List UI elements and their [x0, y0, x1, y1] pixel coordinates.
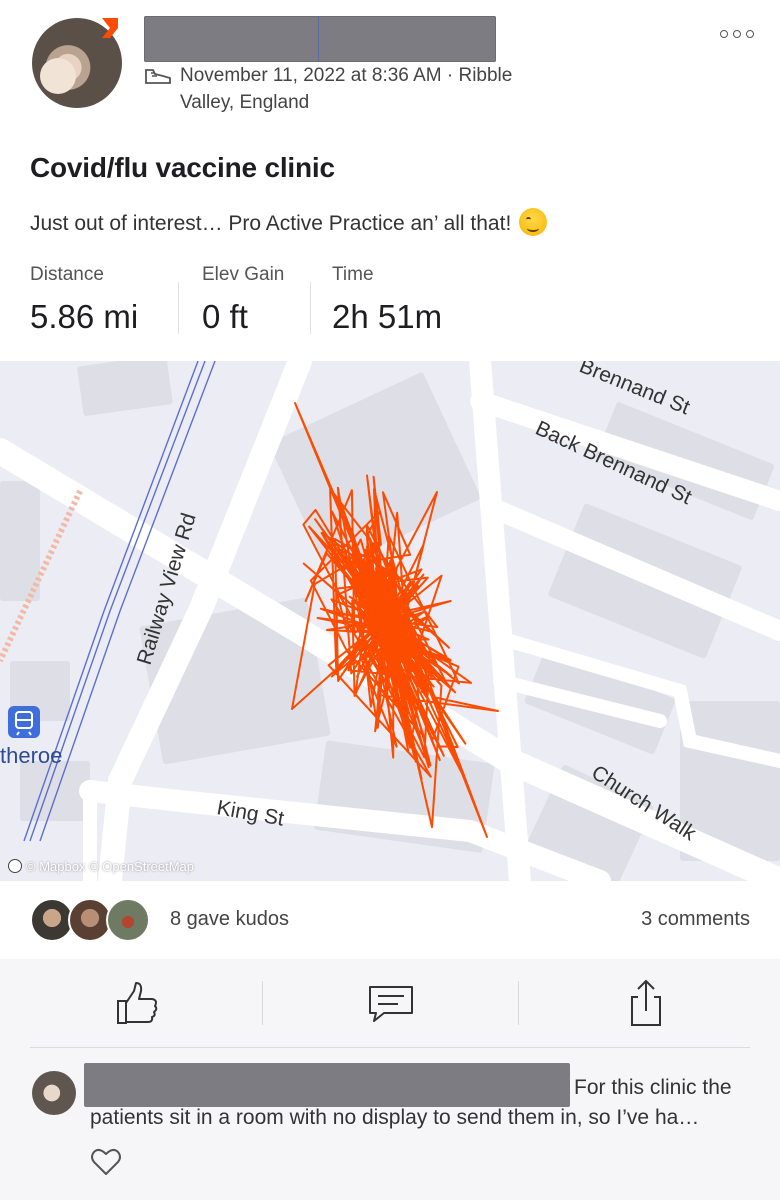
- action-bar: For this clinic the patients sit in a ro…: [0, 959, 780, 1200]
- commenter-name-redacted[interactable]: [84, 1063, 570, 1107]
- divider: [30, 1047, 750, 1048]
- mapbox-logo-icon: [8, 859, 22, 873]
- activity-map[interactable]: Brennand St Back Brennand St Railway Vie…: [0, 361, 780, 881]
- activity-date-location: November 11, 2022 at 8:36 AM · Ribble Va…: [180, 65, 513, 113]
- stat-label: Time: [332, 264, 374, 285]
- activity-title[interactable]: Covid/flu vaccine clinic: [30, 152, 335, 184]
- action-divider: [518, 981, 519, 1025]
- stat-divider: [178, 282, 179, 334]
- activity-description: Just out of interest… Pro Active Practic…: [30, 208, 548, 236]
- attribution-text: © Mapbox © OpenStreetMap: [26, 859, 195, 874]
- comment-icon: [369, 986, 413, 1022]
- action-divider: [262, 981, 263, 1025]
- post-header: November 11, 2022 at 8:36 AM · Ribble Va…: [0, 0, 780, 140]
- stat-time: Time 2h 51m: [332, 264, 442, 336]
- kudos-avatar[interactable]: [106, 898, 150, 942]
- thumbs-up-icon: [117, 982, 158, 1024]
- winking-face-icon: [519, 208, 548, 236]
- train-station-icon[interactable]: [8, 706, 40, 738]
- subscriber-badge-icon: [102, 18, 118, 38]
- description-text: Just out of interest… Pro Active Practic…: [30, 212, 512, 235]
- run-shoe-icon: [145, 69, 171, 84]
- stat-value: 5.86 mi: [30, 298, 139, 335]
- comments-count[interactable]: 3 comments: [641, 908, 750, 931]
- more-options-icon[interactable]: [718, 22, 756, 46]
- map-canvas: Brennand St Back Brennand St Railway Vie…: [0, 361, 780, 881]
- activity-stats: Distance 5.86 mi Elev Gain 0 ft Time 2h …: [30, 264, 750, 344]
- stat-label: Distance: [30, 264, 104, 285]
- share-icon: [631, 979, 661, 1026]
- commenter-avatar[interactable]: [32, 1071, 76, 1115]
- share-button[interactable]: [616, 977, 676, 1029]
- kudos-count[interactable]: 8 gave kudos: [170, 908, 289, 931]
- map-attribution[interactable]: © Mapbox © OpenStreetMap: [8, 859, 194, 874]
- stat-label: Elev Gain: [202, 264, 285, 285]
- give-kudos-button[interactable]: [106, 977, 166, 1029]
- comment-button[interactable]: [360, 977, 420, 1029]
- heart-icon[interactable]: [90, 1147, 122, 1177]
- stat-divider: [310, 282, 311, 334]
- stat-value: 2h 51m: [332, 298, 443, 335]
- stat-elevation: Elev Gain 0 ft: [202, 264, 284, 336]
- athlete-name-redacted[interactable]: [144, 16, 496, 62]
- stat-value: 0 ft: [202, 298, 248, 335]
- stat-distance: Distance 5.86 mi: [30, 264, 138, 336]
- station-label: theroe: [0, 743, 63, 768]
- social-summary: 8 gave kudos 3 comments: [0, 881, 780, 959]
